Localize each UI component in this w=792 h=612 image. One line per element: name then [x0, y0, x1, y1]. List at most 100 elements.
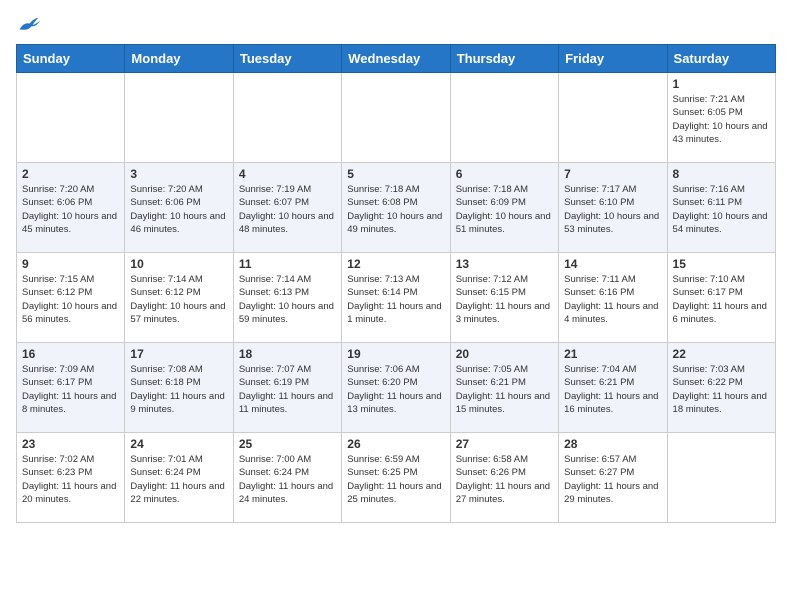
calendar-week-row: 1 Sunrise: 7:21 AM Sunset: 6:05 PM Daylig…	[17, 73, 776, 163]
day-number: 25	[239, 437, 336, 451]
calendar-day-cell: 22 Sunrise: 7:03 AM Sunset: 6:22 PM Dayli…	[667, 343, 775, 433]
day-number: 24	[130, 437, 227, 451]
page-header	[16, 16, 776, 34]
day-info: Sunrise: 7:02 AM Sunset: 6:23 PM Dayligh…	[22, 453, 119, 506]
day-info: Sunrise: 7:10 AM Sunset: 6:17 PM Dayligh…	[673, 273, 770, 326]
day-info: Sunrise: 7:01 AM Sunset: 6:24 PM Dayligh…	[130, 453, 227, 506]
calendar-day-cell	[125, 73, 233, 163]
calendar-day-cell: 10 Sunrise: 7:14 AM Sunset: 6:12 PM Dayli…	[125, 253, 233, 343]
day-info: Sunrise: 7:04 AM Sunset: 6:21 PM Dayligh…	[564, 363, 661, 416]
day-number: 17	[130, 347, 227, 361]
calendar-day-cell: 19 Sunrise: 7:06 AM Sunset: 6:20 PM Dayli…	[342, 343, 450, 433]
weekday-header-saturday: Saturday	[667, 45, 775, 73]
calendar-day-cell: 7 Sunrise: 7:17 AM Sunset: 6:10 PM Daylig…	[559, 163, 667, 253]
day-number: 1	[673, 77, 770, 91]
calendar-week-row: 9 Sunrise: 7:15 AM Sunset: 6:12 PM Daylig…	[17, 253, 776, 343]
day-info: Sunrise: 7:15 AM Sunset: 6:12 PM Dayligh…	[22, 273, 119, 326]
day-info: Sunrise: 7:12 AM Sunset: 6:15 PM Dayligh…	[456, 273, 553, 326]
day-number: 18	[239, 347, 336, 361]
day-number: 28	[564, 437, 661, 451]
weekday-header-tuesday: Tuesday	[233, 45, 341, 73]
weekday-header-monday: Monday	[125, 45, 233, 73]
day-info: Sunrise: 7:03 AM Sunset: 6:22 PM Dayligh…	[673, 363, 770, 416]
day-number: 13	[456, 257, 553, 271]
calendar-table: SundayMondayTuesdayWednesdayThursdayFrid…	[16, 44, 776, 523]
calendar-day-cell: 28Sunrise: 6:57 AM Sunset: 6:27 PM Dayli…	[559, 433, 667, 523]
calendar-day-cell: 4 Sunrise: 7:19 AM Sunset: 6:07 PM Daylig…	[233, 163, 341, 253]
day-info: Sunrise: 6:58 AM Sunset: 6:26 PM Dayligh…	[456, 453, 553, 506]
weekday-header-friday: Friday	[559, 45, 667, 73]
day-number: 21	[564, 347, 661, 361]
calendar-day-cell	[450, 73, 558, 163]
calendar-day-cell: 8 Sunrise: 7:16 AM Sunset: 6:11 PM Daylig…	[667, 163, 775, 253]
day-number: 12	[347, 257, 444, 271]
day-number: 3	[130, 167, 227, 181]
day-number: 20	[456, 347, 553, 361]
calendar-day-cell: 21 Sunrise: 7:04 AM Sunset: 6:21 PM Dayli…	[559, 343, 667, 433]
logo-bird-icon	[18, 16, 40, 34]
day-number: 10	[130, 257, 227, 271]
day-info: Sunrise: 6:59 AM Sunset: 6:25 PM Dayligh…	[347, 453, 444, 506]
calendar-day-cell: 27 Sunrise: 6:58 AM Sunset: 6:26 PM Dayli…	[450, 433, 558, 523]
calendar-header-row: SundayMondayTuesdayWednesdayThursdayFrid…	[17, 45, 776, 73]
day-number: 4	[239, 167, 336, 181]
day-info: Sunrise: 7:08 AM Sunset: 6:18 PM Dayligh…	[130, 363, 227, 416]
calendar-day-cell: 9 Sunrise: 7:15 AM Sunset: 6:12 PM Daylig…	[17, 253, 125, 343]
calendar-day-cell: 3 Sunrise: 7:20 AM Sunset: 6:06 PM Daylig…	[125, 163, 233, 253]
day-info: Sunrise: 7:07 AM Sunset: 6:19 PM Dayligh…	[239, 363, 336, 416]
calendar-day-cell: 26 Sunrise: 6:59 AM Sunset: 6:25 PM Dayli…	[342, 433, 450, 523]
weekday-header-sunday: Sunday	[17, 45, 125, 73]
day-number: 14	[564, 257, 661, 271]
calendar-day-cell: 1 Sunrise: 7:21 AM Sunset: 6:05 PM Daylig…	[667, 73, 775, 163]
calendar-week-row: 16 Sunrise: 7:09 AM Sunset: 6:17 PM Dayli…	[17, 343, 776, 433]
calendar-day-cell: 5Sunrise: 7:18 AM Sunset: 6:08 PM Daylig…	[342, 163, 450, 253]
day-number: 7	[564, 167, 661, 181]
day-number: 2	[22, 167, 119, 181]
logo	[16, 16, 40, 34]
day-info: Sunrise: 7:21 AM Sunset: 6:05 PM Dayligh…	[673, 93, 770, 146]
calendar-day-cell: 11Sunrise: 7:14 AM Sunset: 6:13 PM Dayli…	[233, 253, 341, 343]
day-number: 6	[456, 167, 553, 181]
day-info: Sunrise: 7:17 AM Sunset: 6:10 PM Dayligh…	[564, 183, 661, 236]
day-info: Sunrise: 7:18 AM Sunset: 6:09 PM Dayligh…	[456, 183, 553, 236]
calendar-day-cell: 15 Sunrise: 7:10 AM Sunset: 6:17 PM Dayli…	[667, 253, 775, 343]
calendar-week-row: 23 Sunrise: 7:02 AM Sunset: 6:23 PM Dayli…	[17, 433, 776, 523]
calendar-day-cell: 12Sunrise: 7:13 AM Sunset: 6:14 PM Dayli…	[342, 253, 450, 343]
calendar-day-cell: 17 Sunrise: 7:08 AM Sunset: 6:18 PM Dayli…	[125, 343, 233, 433]
day-number: 19	[347, 347, 444, 361]
day-number: 8	[673, 167, 770, 181]
day-info: Sunrise: 7:18 AM Sunset: 6:08 PM Dayligh…	[347, 183, 444, 236]
day-number: 15	[673, 257, 770, 271]
calendar-day-cell	[17, 73, 125, 163]
day-number: 26	[347, 437, 444, 451]
calendar-day-cell: 20 Sunrise: 7:05 AM Sunset: 6:21 PM Dayli…	[450, 343, 558, 433]
day-info: Sunrise: 7:09 AM Sunset: 6:17 PM Dayligh…	[22, 363, 119, 416]
day-number: 23	[22, 437, 119, 451]
calendar-day-cell	[233, 73, 341, 163]
day-info: Sunrise: 7:19 AM Sunset: 6:07 PM Dayligh…	[239, 183, 336, 236]
calendar-day-cell: 16 Sunrise: 7:09 AM Sunset: 6:17 PM Dayli…	[17, 343, 125, 433]
calendar-week-row: 2 Sunrise: 7:20 AM Sunset: 6:06 PM Daylig…	[17, 163, 776, 253]
day-number: 22	[673, 347, 770, 361]
calendar-day-cell: 24 Sunrise: 7:01 AM Sunset: 6:24 PM Dayli…	[125, 433, 233, 523]
day-info: Sunrise: 7:11 AM Sunset: 6:16 PM Dayligh…	[564, 273, 661, 326]
day-info: Sunrise: 7:16 AM Sunset: 6:11 PM Dayligh…	[673, 183, 770, 236]
day-number: 27	[456, 437, 553, 451]
calendar-day-cell: 18 Sunrise: 7:07 AM Sunset: 6:19 PM Dayli…	[233, 343, 341, 433]
day-info: Sunrise: 7:06 AM Sunset: 6:20 PM Dayligh…	[347, 363, 444, 416]
day-info: Sunrise: 7:14 AM Sunset: 6:13 PM Dayligh…	[239, 273, 336, 326]
calendar-day-cell: 25 Sunrise: 7:00 AM Sunset: 6:24 PM Dayli…	[233, 433, 341, 523]
calendar-day-cell: 6 Sunrise: 7:18 AM Sunset: 6:09 PM Daylig…	[450, 163, 558, 253]
calendar-day-cell: 13 Sunrise: 7:12 AM Sunset: 6:15 PM Dayli…	[450, 253, 558, 343]
day-info: Sunrise: 7:05 AM Sunset: 6:21 PM Dayligh…	[456, 363, 553, 416]
day-info: Sunrise: 7:20 AM Sunset: 6:06 PM Dayligh…	[130, 183, 227, 236]
calendar-day-cell: 14 Sunrise: 7:11 AM Sunset: 6:16 PM Dayli…	[559, 253, 667, 343]
calendar-day-cell	[667, 433, 775, 523]
weekday-header-thursday: Thursday	[450, 45, 558, 73]
calendar-day-cell: 23 Sunrise: 7:02 AM Sunset: 6:23 PM Dayli…	[17, 433, 125, 523]
day-info: Sunrise: 7:00 AM Sunset: 6:24 PM Dayligh…	[239, 453, 336, 506]
day-info: Sunrise: 7:14 AM Sunset: 6:12 PM Dayligh…	[130, 273, 227, 326]
day-number: 16	[22, 347, 119, 361]
calendar-day-cell: 2Sunrise: 7:20 AM Sunset: 6:06 PM Daylig…	[17, 163, 125, 253]
day-number: 9	[22, 257, 119, 271]
